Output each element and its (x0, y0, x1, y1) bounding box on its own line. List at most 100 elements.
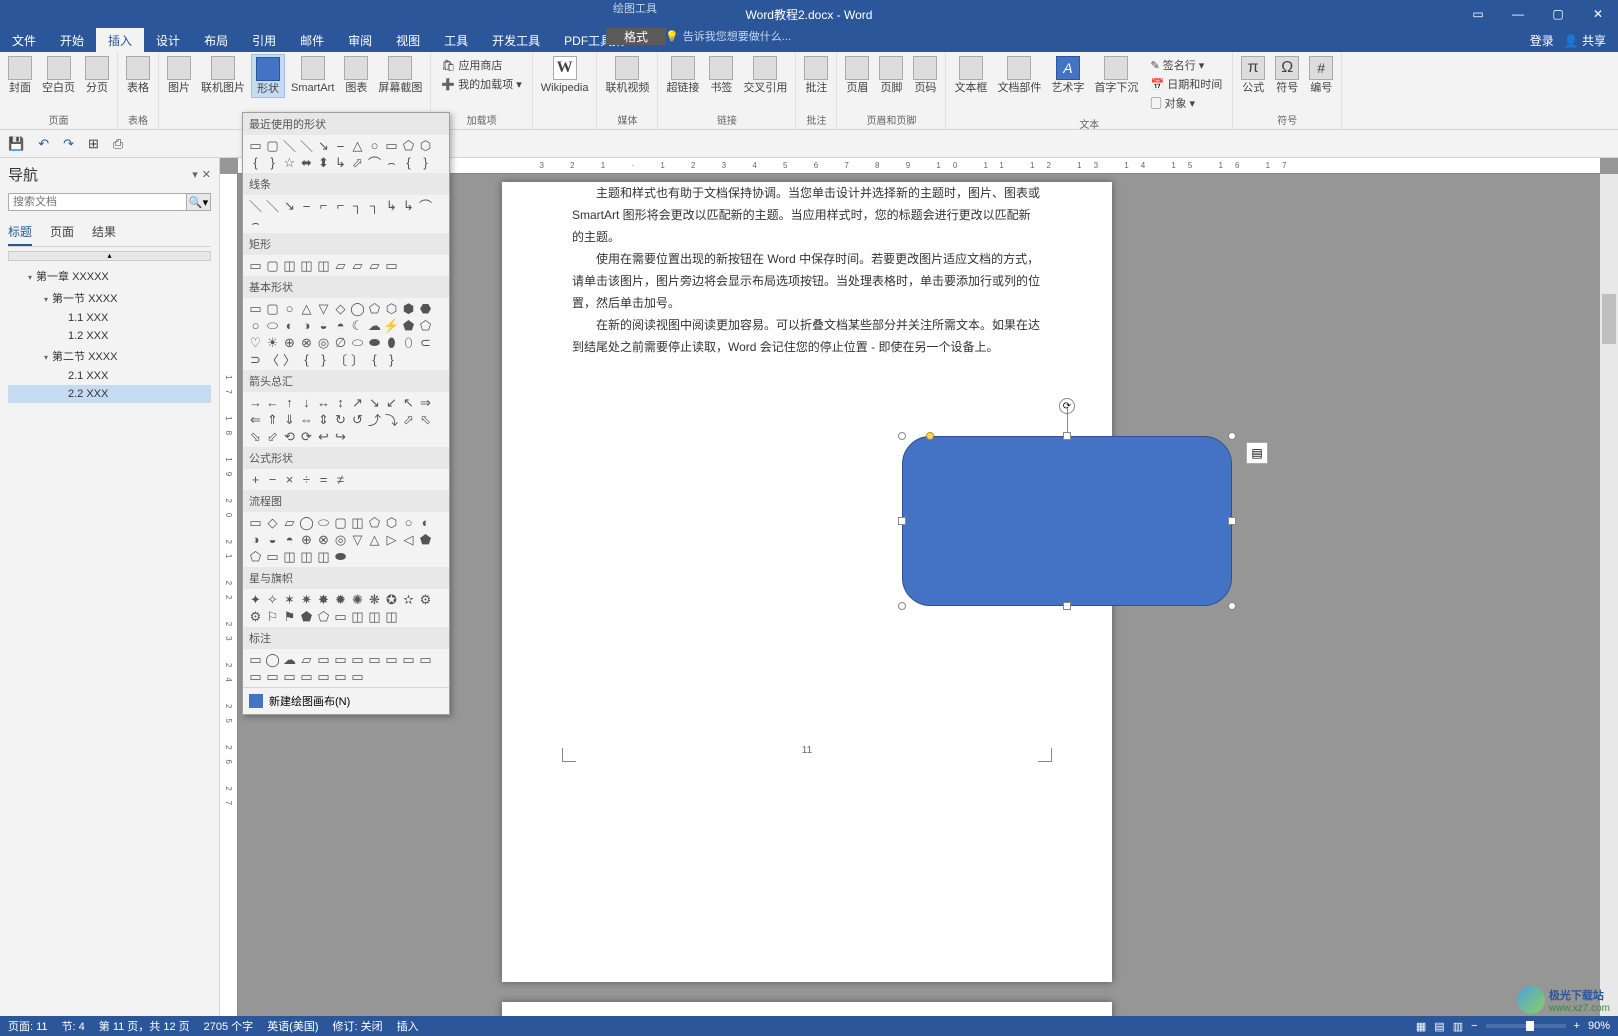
shape-item[interactable]: ◫ (349, 608, 366, 625)
shape-item[interactable]: ⟳ (298, 428, 315, 445)
shape-item[interactable]: ✪ (383, 591, 400, 608)
zoom-slider[interactable] (1486, 1024, 1566, 1028)
nav-collapse-bar[interactable]: ▴ (8, 251, 211, 261)
zoom-out-icon[interactable]: − (1471, 1020, 1477, 1032)
nav-tab-results[interactable]: 结果 (92, 219, 116, 246)
shape-item[interactable]: ☾ (349, 317, 366, 334)
nav-tab-pages[interactable]: 页面 (50, 219, 74, 246)
shape-item[interactable]: ↳ (332, 154, 349, 171)
shape-item[interactable]: ⬠ (315, 608, 332, 625)
shape-item[interactable]: 〕 (349, 351, 366, 368)
minimize-icon[interactable]: — (1498, 0, 1538, 28)
shape-item[interactable]: ✷ (298, 591, 315, 608)
shape-item[interactable]: ▭ (247, 257, 264, 274)
shape-item[interactable]: ▭ (400, 651, 417, 668)
shape-item[interactable]: ▭ (366, 651, 383, 668)
shape-item[interactable]: ⬢ (400, 300, 417, 317)
new-canvas-item[interactable]: 新建绘图画布(N) (243, 687, 449, 714)
shape-item[interactable]: ↘ (366, 394, 383, 411)
shape-item[interactable]: ▷ (383, 531, 400, 548)
shape-item[interactable]: ↩ (315, 428, 332, 445)
shape-item[interactable]: 〔 (332, 351, 349, 368)
shape-item[interactable]: ⬭ (349, 334, 366, 351)
shape-item[interactable]: ◓ (332, 317, 349, 334)
shape-item[interactable]: ▱ (366, 257, 383, 274)
object-button[interactable]: ▢ 对象 ▾ (1148, 94, 1224, 112)
shape-item[interactable]: ↔ (315, 394, 332, 411)
shape-item[interactable]: ↳ (400, 197, 417, 214)
tab-layout[interactable]: 布局 (192, 28, 240, 52)
shape-item[interactable]: ⬀ (349, 154, 366, 171)
shape-item[interactable]: ↙ (383, 394, 400, 411)
shape-item[interactable]: ◯ (264, 651, 281, 668)
shape-item[interactable]: ＼ (281, 137, 298, 154)
shape-item[interactable]: ✸ (315, 591, 332, 608)
shape-item[interactable]: ┐ (349, 197, 366, 214)
shape-item[interactable]: ⌐ (315, 197, 332, 214)
nav-heading-s2-1[interactable]: 2.1 XXX (8, 367, 211, 385)
shape-item[interactable]: ⊗ (315, 531, 332, 548)
shape-item[interactable]: ◓ (281, 531, 298, 548)
shape-item[interactable]: ↖ (400, 394, 417, 411)
shape-item[interactable]: ⇑ (264, 411, 281, 428)
shape-item[interactable]: ⊃ (247, 351, 264, 368)
shape-item[interactable]: △ (298, 300, 315, 317)
shape-item[interactable]: △ (366, 531, 383, 548)
shape-item[interactable]: ⬭ (264, 317, 281, 334)
shape-item[interactable]: ⬯ (400, 334, 417, 351)
shape-item[interactable]: ◫ (298, 548, 315, 565)
shape-item[interactable]: ▢ (264, 300, 281, 317)
shape-item[interactable]: ◫ (281, 548, 298, 565)
shape-item[interactable]: ▭ (349, 668, 366, 685)
shape-item[interactable]: ↕ (332, 394, 349, 411)
shape-item[interactable]: ▢ (264, 257, 281, 274)
shape-item[interactable]: ⬭ (315, 514, 332, 531)
shape-item[interactable]: ⚑ (281, 608, 298, 625)
shape-item[interactable]: ◯ (298, 514, 315, 531)
shape-item[interactable]: { (400, 154, 417, 171)
shape-item[interactable]: { (366, 351, 383, 368)
cover-page-button[interactable]: 封面 (4, 54, 36, 96)
nav-heading-s2-2[interactable]: 2.2 XXX (8, 385, 211, 403)
shape-item[interactable]: ← (264, 394, 281, 411)
equation-button[interactable]: π公式 (1237, 54, 1269, 96)
shape-item[interactable]: } (264, 154, 281, 171)
nav-heading-s1[interactable]: 第一节 XXXX (8, 287, 211, 309)
smartart-button[interactable]: SmartArt (287, 54, 338, 98)
shape-item[interactable]: ▭ (383, 137, 400, 154)
shape-item[interactable]: ⎯ (298, 197, 315, 214)
resize-handle[interactable] (898, 602, 906, 610)
shape-item[interactable]: ＼ (247, 197, 264, 214)
qat-icon[interactable]: ⊞ (88, 136, 99, 152)
shape-item[interactable]: ⚙ (247, 608, 264, 625)
shape-item[interactable]: ↳ (383, 197, 400, 214)
shape-item[interactable]: ⬂ (247, 428, 264, 445)
view-read-icon[interactable]: ▦ (1416, 1020, 1426, 1033)
shape-item[interactable]: } (383, 351, 400, 368)
shape-item[interactable]: ⬬ (332, 548, 349, 565)
shape-item[interactable]: ◫ (315, 548, 332, 565)
shape-item[interactable]: + (247, 471, 264, 488)
shape-item[interactable]: ↻ (332, 411, 349, 428)
resize-handle[interactable] (1063, 602, 1071, 610)
shape-item[interactable]: ▭ (264, 548, 281, 565)
screenshot-button[interactable]: 屏幕截图 (374, 54, 426, 98)
shape-item[interactable]: × (281, 471, 298, 488)
nav-dropdown-icon[interactable]: ▾ (192, 168, 198, 181)
shape-item[interactable]: ☁ (281, 651, 298, 668)
vertical-scrollbar[interactable] (1600, 174, 1618, 1016)
shape-item[interactable]: ⌐ (332, 197, 349, 214)
shape-item[interactable]: } (315, 351, 332, 368)
shape-item[interactable]: ⟲ (281, 428, 298, 445)
shape-item[interactable]: ▭ (349, 651, 366, 668)
layout-options-icon[interactable]: ▤ (1246, 442, 1268, 464)
shape-item[interactable]: △ (349, 137, 366, 154)
nav-search-input[interactable] (8, 193, 187, 211)
blank-page-button[interactable]: 空白页 (38, 54, 79, 96)
shape-item[interactable]: ⚙ (417, 591, 434, 608)
shape-item[interactable]: ▱ (349, 257, 366, 274)
shape-item[interactable]: ▭ (281, 668, 298, 685)
shape-item[interactable]: ✺ (349, 591, 366, 608)
shape-item[interactable]: ▭ (247, 300, 264, 317)
comment-button[interactable]: 批注 (800, 54, 832, 96)
